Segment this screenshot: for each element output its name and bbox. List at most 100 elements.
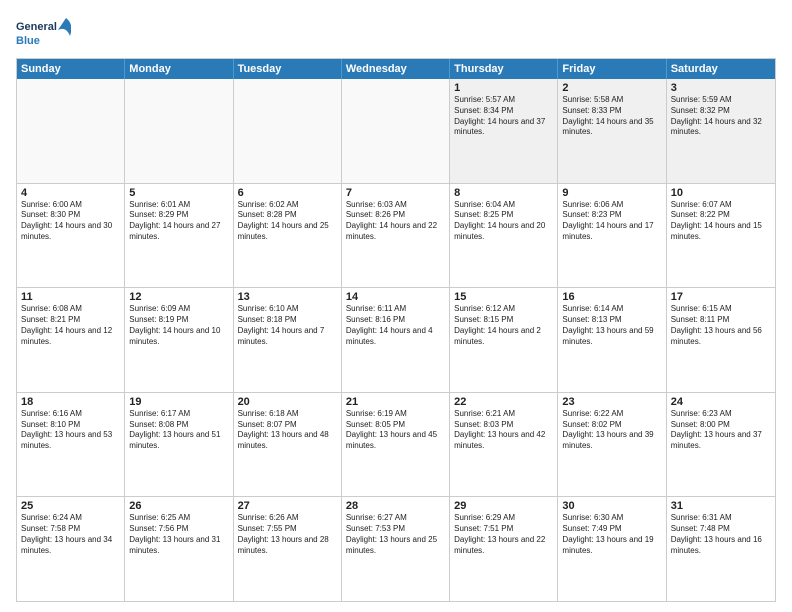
daylight-text: Daylight: 13 hours and 39 minutes. xyxy=(562,430,661,452)
daylight-text: Daylight: 14 hours and 10 minutes. xyxy=(129,326,228,348)
calendar-cell: 15Sunrise: 6:12 AMSunset: 8:15 PMDayligh… xyxy=(450,288,558,392)
daylight-text: Daylight: 13 hours and 59 minutes. xyxy=(562,326,661,348)
day-header-thursday: Thursday xyxy=(450,59,558,79)
cell-info: Sunrise: 6:03 AMSunset: 8:26 PMDaylight:… xyxy=(346,200,445,243)
sunrise-text: Sunrise: 6:31 AM xyxy=(671,513,732,522)
cell-info: Sunrise: 6:02 AMSunset: 8:28 PMDaylight:… xyxy=(238,200,337,243)
sunset-text: Sunset: 8:05 PM xyxy=(346,420,405,429)
sunset-text: Sunset: 7:51 PM xyxy=(454,524,513,533)
cell-info: Sunrise: 6:24 AMSunset: 7:58 PMDaylight:… xyxy=(21,513,120,556)
day-header-monday: Monday xyxy=(125,59,233,79)
sunset-text: Sunset: 8:07 PM xyxy=(238,420,297,429)
calendar-cell xyxy=(17,79,125,183)
daylight-text: Daylight: 14 hours and 7 minutes. xyxy=(238,326,337,348)
sunset-text: Sunset: 7:56 PM xyxy=(129,524,188,533)
daylight-text: Daylight: 13 hours and 45 minutes. xyxy=(346,430,445,452)
day-number: 23 xyxy=(562,396,661,408)
sunset-text: Sunset: 8:11 PM xyxy=(671,315,730,324)
cell-info: Sunrise: 6:00 AMSunset: 8:30 PMDaylight:… xyxy=(21,200,120,243)
sunrise-text: Sunrise: 6:02 AM xyxy=(238,200,299,209)
day-number: 5 xyxy=(129,187,228,199)
daylight-text: Daylight: 13 hours and 51 minutes. xyxy=(129,430,228,452)
sunrise-text: Sunrise: 6:01 AM xyxy=(129,200,190,209)
daylight-text: Daylight: 13 hours and 22 minutes. xyxy=(454,535,553,557)
cell-info: Sunrise: 6:08 AMSunset: 8:21 PMDaylight:… xyxy=(21,304,120,347)
svg-text:General: General xyxy=(16,21,57,33)
daylight-text: Daylight: 14 hours and 32 minutes. xyxy=(671,117,771,139)
sunrise-text: Sunrise: 6:22 AM xyxy=(562,409,623,418)
calendar-cell: 24Sunrise: 6:23 AMSunset: 8:00 PMDayligh… xyxy=(667,393,775,497)
sunset-text: Sunset: 8:34 PM xyxy=(454,106,513,115)
sunrise-text: Sunrise: 6:06 AM xyxy=(562,200,623,209)
calendar-cell: 20Sunrise: 6:18 AMSunset: 8:07 PMDayligh… xyxy=(234,393,342,497)
cell-info: Sunrise: 6:25 AMSunset: 7:56 PMDaylight:… xyxy=(129,513,228,556)
sunrise-text: Sunrise: 5:58 AM xyxy=(562,95,623,104)
cell-info: Sunrise: 6:04 AMSunset: 8:25 PMDaylight:… xyxy=(454,200,553,243)
cell-info: Sunrise: 6:10 AMSunset: 8:18 PMDaylight:… xyxy=(238,304,337,347)
cell-info: Sunrise: 6:18 AMSunset: 8:07 PMDaylight:… xyxy=(238,409,337,452)
day-number: 26 xyxy=(129,500,228,512)
sunset-text: Sunset: 7:55 PM xyxy=(238,524,297,533)
cell-info: Sunrise: 6:29 AMSunset: 7:51 PMDaylight:… xyxy=(454,513,553,556)
calendar-cell: 22Sunrise: 6:21 AMSunset: 8:03 PMDayligh… xyxy=(450,393,558,497)
daylight-text: Daylight: 14 hours and 4 minutes. xyxy=(346,326,445,348)
day-number: 27 xyxy=(238,500,337,512)
cell-info: Sunrise: 6:26 AM Sunset: 7:55 PM Daylight:… xyxy=(238,513,337,556)
sunrise-text: Sunrise: 5:59 AM xyxy=(671,95,732,104)
day-number: 6 xyxy=(238,187,337,199)
day-number: 31 xyxy=(671,500,771,512)
day-number: 7 xyxy=(346,187,445,199)
calendar-cell: 27Sunrise: 6:26 AM Sunset: 7:55 PM Dayligh… xyxy=(234,497,342,601)
calendar-cell: 28Sunrise: 6:27 AMSunset: 7:53 PMDayligh… xyxy=(342,497,450,601)
generalblue-logo-svg: General Blue xyxy=(16,16,71,52)
page: General Blue SundayMondayTuesdayWednesda… xyxy=(0,0,792,612)
sunrise-text: Sunrise: 6:26 AM xyxy=(238,513,299,522)
day-number: 22 xyxy=(454,396,553,408)
calendar-body: 1Sunrise: 5:57 AMSunset: 8:34 PMDaylight… xyxy=(17,79,775,601)
day-number: 29 xyxy=(454,500,553,512)
daylight-text: Daylight: 13 hours and 37 minutes. xyxy=(671,430,771,452)
sunrise-text: Sunrise: 6:11 AM xyxy=(346,304,406,313)
calendar-cell: 8Sunrise: 6:04 AMSunset: 8:25 PMDaylight… xyxy=(450,184,558,288)
calendar-cell: 13Sunrise: 6:10 AMSunset: 8:18 PMDayligh… xyxy=(234,288,342,392)
daylight-text: Daylight: 13 hours and 53 minutes. xyxy=(21,430,120,452)
cell-info: Sunrise: 6:30 AMSunset: 7:49 PMDaylight:… xyxy=(562,513,661,556)
day-number: 4 xyxy=(21,187,120,199)
header: General Blue xyxy=(16,16,776,52)
sunrise-text: Sunrise: 6:04 AM xyxy=(454,200,515,209)
sunset-text: Sunset: 8:26 PM xyxy=(346,210,405,219)
day-header-sunday: Sunday xyxy=(17,59,125,79)
calendar-cell: 3Sunrise: 5:59 AMSunset: 8:32 PMDaylight… xyxy=(667,79,775,183)
cell-info: Sunrise: 6:19 AMSunset: 8:05 PMDaylight:… xyxy=(346,409,445,452)
cell-info: Sunrise: 6:09 AMSunset: 8:19 PMDaylight:… xyxy=(129,304,228,347)
sunset-text: Sunset: 8:00 PM xyxy=(671,420,730,429)
daylight-text: Daylight: 13 hours and 28 minutes. xyxy=(238,535,337,557)
calendar-cell: 26Sunrise: 6:25 AMSunset: 7:56 PMDayligh… xyxy=(125,497,233,601)
day-number: 12 xyxy=(129,291,228,303)
cell-info: Sunrise: 6:01 AMSunset: 8:29 PMDaylight:… xyxy=(129,200,228,243)
cell-info: Sunrise: 6:16 AMSunset: 8:10 PMDaylight:… xyxy=(21,409,120,452)
sunset-text: Sunset: 7:49 PM xyxy=(562,524,621,533)
day-number: 24 xyxy=(671,396,771,408)
cell-info: Sunrise: 6:27 AMSunset: 7:53 PMDaylight:… xyxy=(346,513,445,556)
calendar-cell: 18Sunrise: 6:16 AMSunset: 8:10 PMDayligh… xyxy=(17,393,125,497)
sunset-text: Sunset: 8:08 PM xyxy=(129,420,188,429)
day-header-friday: Friday xyxy=(558,59,666,79)
daylight-text: Daylight: 13 hours and 25 minutes. xyxy=(346,535,445,557)
cell-info: Sunrise: 6:07 AMSunset: 8:22 PMDaylight:… xyxy=(671,200,771,243)
calendar-cell: 11Sunrise: 6:08 AMSunset: 8:21 PMDayligh… xyxy=(17,288,125,392)
cell-info: Sunrise: 6:11 AMSunset: 8:16 PMDaylight:… xyxy=(346,304,445,347)
calendar-cell: 19Sunrise: 6:17 AMSunset: 8:08 PMDayligh… xyxy=(125,393,233,497)
calendar-week-2: 4Sunrise: 6:00 AMSunset: 8:30 PMDaylight… xyxy=(17,184,775,289)
sunrise-text: Sunrise: 6:17 AM xyxy=(129,409,190,418)
calendar-cell xyxy=(342,79,450,183)
calendar-cell: 10Sunrise: 6:07 AMSunset: 8:22 PMDayligh… xyxy=(667,184,775,288)
sunset-text: Sunset: 8:02 PM xyxy=(562,420,621,429)
cell-info: Sunrise: 5:59 AMSunset: 8:32 PMDaylight:… xyxy=(671,95,771,138)
day-number: 8 xyxy=(454,187,553,199)
day-number: 25 xyxy=(21,500,120,512)
cell-info: Sunrise: 6:12 AMSunset: 8:15 PMDaylight:… xyxy=(454,304,553,347)
daylight-text: Daylight: 13 hours and 19 minutes. xyxy=(562,535,661,557)
daylight-text: Daylight: 14 hours and 17 minutes. xyxy=(562,221,661,243)
day-number: 3 xyxy=(671,82,771,94)
